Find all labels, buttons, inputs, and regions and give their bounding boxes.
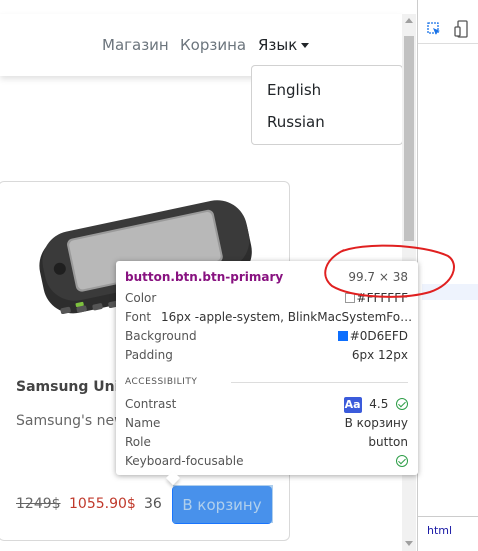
check-icon xyxy=(396,455,408,467)
scroll-up-arrow-icon[interactable] xyxy=(405,18,413,23)
scrollbar-thumb[interactable] xyxy=(404,36,414,241)
tooltip-divider xyxy=(231,382,408,383)
background-label: Background xyxy=(125,329,197,343)
language-label: Язык xyxy=(258,36,298,54)
language-option-russian[interactable]: Russian xyxy=(267,113,325,131)
role-label: Role xyxy=(125,435,151,449)
name-label: Name xyxy=(125,416,161,430)
devtools-hovered-row[interactable] xyxy=(422,284,478,300)
focusable-label: Keyboard-focusable xyxy=(125,454,244,468)
name-value: В корзину xyxy=(344,416,408,430)
contrast-value: 4.5 xyxy=(369,397,389,411)
tooltip-row-contrast: Contrast Aa 4.5 xyxy=(125,397,408,413)
nav-link-shop[interactable]: Магазин xyxy=(102,36,169,54)
tooltip-element-size: 99.7 × 38 xyxy=(348,270,408,284)
background-value-wrap: #0D6EFD xyxy=(337,329,408,343)
check-icon xyxy=(396,398,408,410)
background-value: #0D6EFD xyxy=(349,329,408,343)
tooltip-row-name: Name В корзину xyxy=(125,416,408,432)
language-dropdown-toggle[interactable]: Язык xyxy=(258,36,310,54)
tooltip-row-font: Font 16px -apple-system, BlinkMacSystemF… xyxy=(125,310,416,326)
inspect-element-icon[interactable] xyxy=(427,22,441,36)
padding-value: 6px 12px xyxy=(351,348,408,362)
role-value: button xyxy=(368,435,408,449)
stock-count: 36 xyxy=(144,496,162,512)
tooltip-row-color: Color #FFFFFF xyxy=(125,291,408,307)
device-toolbar-icon[interactable] xyxy=(454,20,468,38)
devtools-panel: html xyxy=(417,0,478,551)
add-to-cart-button[interactable]: В корзину xyxy=(172,486,272,524)
language-dropdown-menu: English Russian xyxy=(251,65,403,145)
inspect-tooltip: button.btn.btn-primary 99.7 × 38 Color #… xyxy=(116,261,418,486)
language-option-english[interactable]: English xyxy=(267,81,321,99)
scroll-down-arrow-icon[interactable] xyxy=(405,541,413,546)
breadcrumb-html[interactable]: html xyxy=(427,524,452,537)
nav-link-cart[interactable]: Корзина xyxy=(180,36,246,54)
background-swatch-icon xyxy=(337,331,348,341)
focusable-value xyxy=(396,454,408,468)
tooltip-row-focusable: Keyboard-focusable xyxy=(125,454,408,470)
font-label: Font xyxy=(125,310,152,324)
color-label: Color xyxy=(125,291,157,305)
tooltip-row-background: Background #0D6EFD xyxy=(125,329,408,345)
padding-label: Padding xyxy=(125,348,173,362)
old-price: 1249$ xyxy=(16,496,61,512)
color-swatch-icon xyxy=(344,293,355,303)
color-value-wrap: #FFFFFF xyxy=(344,291,408,305)
caret-down-icon xyxy=(301,43,310,48)
tooltip-row-padding: Padding 6px 12px xyxy=(125,348,408,364)
devtools-breadcrumb-bar: html xyxy=(418,516,478,551)
contrast-value-wrap: Aa 4.5 xyxy=(343,397,408,413)
contrast-badge: Aa xyxy=(343,397,362,413)
devtools-toolbar xyxy=(418,14,478,44)
tooltip-selector: button.btn.btn-primary xyxy=(125,270,284,284)
color-value: #FFFFFF xyxy=(356,291,408,305)
accessibility-heading: ACCESSIBILITY xyxy=(125,377,198,387)
contrast-label: Contrast xyxy=(125,397,177,411)
tooltip-row-role: Role button xyxy=(125,435,408,451)
new-price: 1055.90$ xyxy=(69,496,136,512)
font-value: 16px -apple-system, BlinkMacSystemFon… xyxy=(161,310,416,324)
